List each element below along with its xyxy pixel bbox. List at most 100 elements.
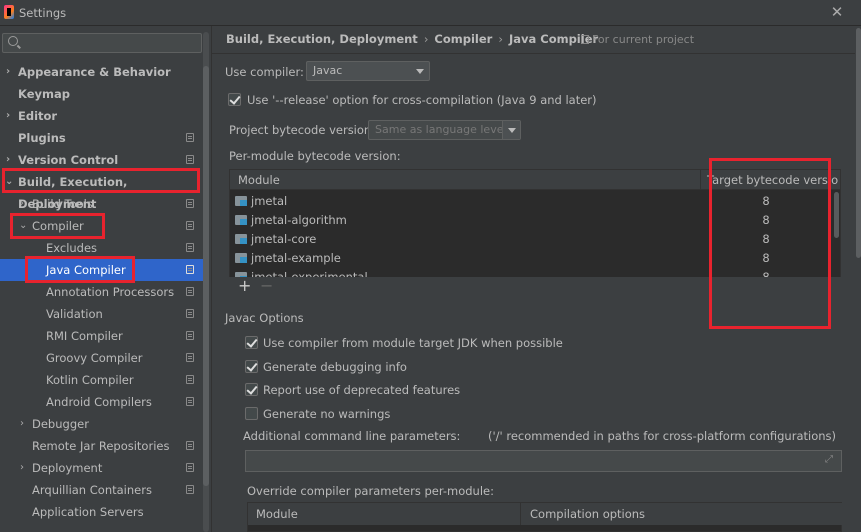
sidebar-item-application-servers[interactable]: Application Servers	[0, 501, 203, 523]
sidebar-item-version-control[interactable]: › Version Control	[0, 149, 203, 171]
remove-icon[interactable]: −	[260, 276, 273, 295]
per-module-label: Per-module bytecode version:	[229, 149, 401, 163]
chevron-down-icon: ⌄	[19, 220, 28, 231]
project-scope-icon	[186, 243, 194, 252]
breadcrumb-build: Build, Execution, Deployment	[226, 32, 418, 46]
project-scope-icon	[186, 133, 194, 142]
deprecated-label: Report use of deprecated features	[263, 383, 461, 397]
override-table[interactable]: Module Compilation options	[247, 502, 843, 532]
no-warnings-label: Generate no warnings	[263, 407, 391, 421]
project-scope-icon	[186, 397, 194, 406]
breadcrumb-compiler: Compiler	[434, 32, 493, 46]
module-name: jmetal-example	[251, 251, 341, 265]
sidebar-item-arquillian-containers[interactable]: Arquillian Containers	[0, 479, 203, 501]
column-module[interactable]: Module	[256, 507, 298, 521]
close-icon[interactable]: ✕	[829, 3, 845, 21]
cmd-params-input[interactable]: ⤢	[245, 450, 842, 472]
sidebar-item-build-tools[interactable]: › Build Tools	[0, 193, 203, 215]
bytecode-version-value: Same as language level	[375, 123, 507, 136]
target-version[interactable]: 8	[759, 191, 773, 211]
project-scope-icon	[186, 485, 194, 494]
target-version[interactable]: 8	[759, 210, 773, 230]
sidebar-item-remote-jar-repositories[interactable]: Remote Jar Repositories	[0, 435, 203, 457]
module-folder-icon	[235, 253, 247, 263]
debug-info-label: Generate debugging info	[263, 360, 407, 374]
chevron-right-icon: ›	[20, 462, 24, 473]
column-target-version[interactable]: Target bytecode versio	[707, 173, 838, 187]
expand-icon[interactable]: ⤢	[825, 454, 837, 466]
chevron-right-icon: ›	[20, 198, 24, 209]
project-scope-icon	[186, 287, 194, 296]
table-scrollbar-thumb[interactable]	[834, 192, 839, 238]
sidebar-item-deployment[interactable]: › Deployment	[0, 457, 203, 479]
table-row[interactable]: jmetal-core 8	[230, 229, 830, 249]
sidebar-item-editor[interactable]: › Editor	[0, 105, 203, 127]
add-icon[interactable]: +	[238, 276, 251, 295]
module-name: jmetal-core	[251, 232, 317, 246]
cmd-params-hint: ('/' recommended in paths for cross-plat…	[488, 429, 836, 443]
column-compilation-options[interactable]: Compilation options	[530, 507, 645, 521]
deprecated-checkbox[interactable]	[245, 383, 258, 396]
settings-content: Build, Execution, Deployment › Compiler › Ja…	[211, 26, 861, 532]
chevron-down-icon	[416, 69, 424, 74]
sidebar-scrollbar-thumb[interactable]	[203, 66, 209, 486]
project-scope-icon	[186, 441, 194, 450]
project-scope-icon	[186, 331, 194, 340]
breadcrumb-separator: ›	[423, 32, 429, 46]
window-title: Settings	[19, 6, 67, 20]
sidebar-item-annotation-processors[interactable]: Annotation Processors	[0, 281, 203, 303]
scope-label: For current project	[592, 33, 695, 46]
content-scrollbar-thumb[interactable]	[856, 28, 861, 258]
use-module-jdk-label: Use compiler from module target JDK when…	[263, 336, 563, 350]
sidebar-item-validation[interactable]: Validation	[0, 303, 203, 325]
sidebar-item-excludes[interactable]: Excludes	[0, 237, 203, 259]
sidebar-item-debugger[interactable]: › Debugger	[0, 413, 203, 435]
chevron-right-icon: ›	[6, 110, 11, 121]
settings-sidebar: › Appearance & Behavior Keymap › Editor …	[0, 26, 210, 532]
column-module[interactable]: Module	[238, 173, 280, 187]
column-divider	[520, 503, 521, 525]
module-folder-icon	[235, 196, 247, 206]
sidebar-item-build-execution-deployment[interactable]: ⌄ Build, Execution, Deployment	[0, 171, 203, 211]
scope-note: For current project	[581, 33, 694, 46]
project-scope-icon	[186, 155, 194, 164]
sidebar-item-groovy-compiler[interactable]: Groovy Compiler	[0, 347, 203, 369]
search-input[interactable]	[2, 33, 202, 53]
use-module-jdk-checkbox[interactable]	[245, 336, 258, 349]
sidebar-item-keymap[interactable]: Keymap	[0, 83, 203, 105]
target-version[interactable]: 8	[759, 229, 773, 249]
target-version[interactable]: 8	[759, 248, 773, 268]
override-label: Override compiler parameters per-module:	[247, 484, 494, 498]
module-folder-icon	[235, 234, 247, 244]
project-scope-icon	[186, 265, 194, 274]
project-scope-icon	[186, 309, 194, 318]
release-option-label: Use '--release' option for cross-compila…	[247, 93, 597, 107]
bytecode-version-label: Project bytecode version:	[229, 123, 376, 137]
table-row[interactable]: jmetal-example 8	[230, 248, 830, 268]
sidebar-item-kotlin-compiler[interactable]: Kotlin Compiler	[0, 369, 203, 391]
sidebar-item-java-compiler[interactable]: Java Compiler	[0, 259, 203, 281]
use-compiler-label: Use compiler:	[225, 65, 304, 79]
sidebar-item-compiler[interactable]: ⌄ Compiler	[0, 215, 203, 237]
table-header: Module Compilation options	[248, 503, 843, 525]
sidebar-item-rmi-compiler[interactable]: RMI Compiler	[0, 325, 203, 347]
breadcrumb: Build, Execution, Deployment › Compiler › Ja…	[226, 32, 604, 46]
sidebar-item-appearance[interactable]: › Appearance & Behavior	[0, 61, 203, 83]
no-warnings-checkbox[interactable]	[245, 407, 258, 420]
table-toolbar: + −	[229, 276, 841, 297]
release-option-checkbox[interactable]	[228, 93, 241, 106]
cmd-params-label: Additional command line parameters:	[243, 429, 461, 443]
chevron-right-icon: ›	[6, 154, 11, 165]
module-folder-icon	[235, 215, 247, 225]
bytecode-version-select[interactable]: Same as language level	[368, 120, 521, 140]
use-compiler-value: Javac	[313, 64, 343, 77]
sidebar-item-android-compilers[interactable]: Android Compilers	[0, 391, 203, 413]
table-row[interactable]: jmetal 8	[230, 191, 830, 211]
debug-info-checkbox[interactable]	[245, 360, 258, 373]
project-scope-icon	[186, 199, 194, 208]
table-row[interactable]: jmetal-algorithm 8	[230, 210, 830, 230]
project-scope-icon	[186, 353, 194, 362]
use-compiler-select[interactable]: Javac	[306, 61, 430, 81]
sidebar-item-plugins[interactable]: Plugins	[0, 127, 203, 149]
intellij-logo-icon	[4, 5, 14, 19]
